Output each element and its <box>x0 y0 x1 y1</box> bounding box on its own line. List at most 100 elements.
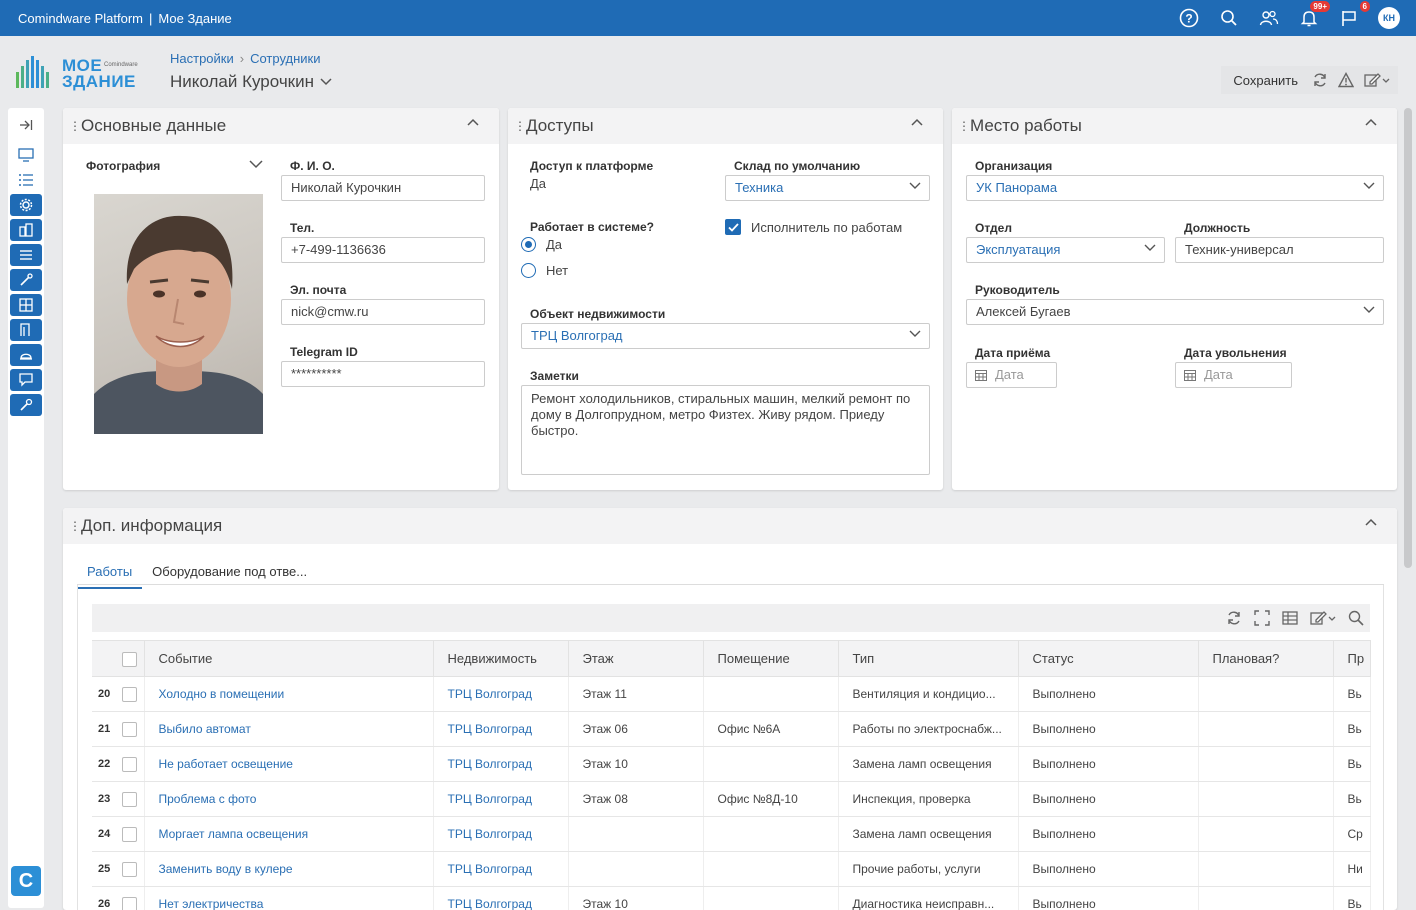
page-scrollbar[interactable] <box>1404 108 1412 568</box>
property-link[interactable]: ТРЦ Волгоград <box>433 851 569 887</box>
grid-search-icon[interactable] <box>1348 610 1364 626</box>
dept-label: Отдел <box>975 221 1012 235</box>
property-link[interactable]: ТРЦ Волгоград <box>433 711 569 747</box>
page-title[interactable]: Николай Курочкин <box>170 72 332 92</box>
grid-refresh-icon[interactable] <box>1226 610 1242 626</box>
column-header[interactable]: Помещение <box>703 640 839 677</box>
phone-field[interactable]: +7-499-1136636 <box>281 237 485 263</box>
column-header[interactable]: Статус <box>1018 640 1199 677</box>
org-select[interactable]: УК Панорама <box>966 175 1384 201</box>
users-icon[interactable] <box>1258 7 1280 29</box>
drag-handle-icon[interactable]: ⋮ <box>514 119 526 133</box>
status-cell: Выполнено <box>1018 781 1199 817</box>
dept-select[interactable]: Эксплуатация <box>966 237 1165 263</box>
sidebar-tools-icon[interactable] <box>10 269 42 291</box>
row-checkbox[interactable] <box>122 686 137 702</box>
search-icon[interactable] <box>1218 7 1240 29</box>
property-select[interactable]: ТРЦ Волгоград <box>521 323 930 349</box>
radio-no[interactable]: Нет <box>521 263 568 278</box>
event-link[interactable]: Выбило автомат <box>144 711 434 747</box>
table-row[interactable]: 25 Заменить воду в кулере ТРЦ Волгоград Про… <box>92 851 1371 887</box>
sidebar-expand-icon[interactable] <box>9 114 43 136</box>
breadcrumb-employees[interactable]: Сотрудники <box>250 51 320 66</box>
floor-cell <box>568 851 704 887</box>
sidebar-settings-icon[interactable] <box>10 194 42 216</box>
comindware-logo-button[interactable]: C <box>11 866 41 896</box>
grid-edit-menu-icon[interactable] <box>1310 610 1336 626</box>
fire-date-field[interactable]: Дата <box>1175 362 1292 388</box>
sidebar-buildings-icon[interactable] <box>10 219 42 241</box>
drag-handle-icon[interactable]: ⋮ <box>958 119 970 133</box>
row-number-text: 25 <box>98 862 111 875</box>
property-link[interactable]: ТРЦ Волгоград <box>433 676 569 712</box>
event-link[interactable]: Заменить воду в кулере <box>144 851 434 887</box>
edit-menu-icon[interactable] <box>1364 72 1390 88</box>
select-all-checkbox[interactable] <box>122 651 137 667</box>
column-header[interactable]: Этаж <box>568 640 704 677</box>
row-checkbox[interactable] <box>122 791 137 807</box>
warning-icon[interactable] <box>1338 72 1354 88</box>
table-row[interactable]: 23 Проблема с фото ТРЦ Волгоград Этаж 08 Офи… <box>92 781 1371 817</box>
collapse-chevron-icon[interactable] <box>1365 518 1377 526</box>
sidebar-chat-icon[interactable] <box>10 369 42 391</box>
column-header[interactable]: Плановая? <box>1198 640 1334 677</box>
telegram-field[interactable]: ********** <box>281 361 485 387</box>
help-icon[interactable]: ? <box>1178 7 1200 29</box>
user-avatar[interactable]: КН <box>1378 7 1400 29</box>
table-columns-icon[interactable] <box>1282 610 1298 626</box>
sidebar-tasks-icon[interactable] <box>9 169 43 191</box>
drag-handle-icon[interactable]: ⋮ <box>69 119 81 133</box>
row-checkbox[interactable] <box>122 896 137 910</box>
breadcrumb-settings[interactable]: Настройки <box>170 51 234 66</box>
table-row[interactable]: 24 Моргает лампа освещения ТРЦ Волгоград За… <box>92 816 1371 852</box>
table-row[interactable]: 21 Выбило автомат ТРЦ Волгоград Этаж 06 Офис… <box>92 711 1371 747</box>
radio-yes[interactable]: Да <box>521 237 562 252</box>
fio-field[interactable]: Николай Курочкин <box>281 175 485 201</box>
column-header[interactable]: Событие <box>144 640 434 677</box>
table-row[interactable]: 20 Холодно в помещении ТРЦ Волгоград Этаж 1… <box>92 676 1371 712</box>
property-link[interactable]: ТРЦ Волгоград <box>433 816 569 852</box>
property-link[interactable]: ТРЦ Волгоград <box>433 886 569 910</box>
save-button[interactable]: Сохранить <box>1229 73 1302 88</box>
sidebar-doors-icon[interactable] <box>10 319 42 341</box>
event-link[interactable]: Не работает освещение <box>144 746 434 782</box>
sidebar-monitor-icon[interactable] <box>9 144 43 166</box>
table-row[interactable]: 22 Не работает освещение ТРЦ Волгоград Этаж… <box>92 746 1371 782</box>
event-link[interactable]: Проблема с фото <box>144 781 434 817</box>
property-link[interactable]: ТРЦ Волгоград <box>433 781 569 817</box>
sidebar-list-icon[interactable] <box>10 244 42 266</box>
position-field[interactable]: Техник-универсал <box>1175 237 1384 263</box>
collapse-chevron-icon[interactable] <box>911 118 923 126</box>
refresh-icon[interactable] <box>1312 72 1328 88</box>
sidebar-helmet-icon[interactable] <box>10 344 42 366</box>
event-link[interactable]: Нет электричества <box>144 886 434 910</box>
executor-checkbox[interactable]: Исполнитель по работам <box>725 219 902 235</box>
event-link[interactable]: Моргает лампа освещения <box>144 816 434 852</box>
notes-textarea[interactable]: Ремонт холодильников, стиральных машин, … <box>521 385 930 475</box>
logo-bars-icon <box>16 56 49 88</box>
manager-select[interactable]: Алексей Бугаев <box>966 299 1384 325</box>
warehouse-select[interactable]: Техника <box>725 175 930 201</box>
notifications-bell-icon[interactable]: 99+ <box>1298 1 1330 29</box>
property-link[interactable]: ТРЦ Волгоград <box>433 746 569 782</box>
row-checkbox[interactable] <box>122 721 137 737</box>
row-checkbox[interactable] <box>122 861 137 877</box>
collapse-chevron-icon[interactable] <box>1365 118 1377 126</box>
table-row[interactable]: 26 Нет электричества ТРЦ Волгоград Этаж 10 Д… <box>92 886 1371 910</box>
row-checkbox[interactable] <box>122 756 137 772</box>
row-checkbox[interactable] <box>122 826 137 842</box>
column-header[interactable]: Недвижимость <box>433 640 569 677</box>
flag-icon[interactable]: 6 <box>1338 1 1370 29</box>
email-field[interactable]: nick@cmw.ru <box>281 299 485 325</box>
hire-date-field[interactable]: Дата <box>966 362 1057 388</box>
column-header[interactable]: Пр <box>1333 640 1371 677</box>
collapse-chevron-icon[interactable] <box>467 118 479 126</box>
sidebar-property-icon[interactable] <box>10 294 42 316</box>
event-link[interactable]: Холодно в помещении <box>144 676 434 712</box>
fullscreen-icon[interactable] <box>1254 610 1270 626</box>
type-cell: Замена ламп освещения <box>838 746 1019 782</box>
sidebar-wrench-icon[interactable] <box>10 394 42 416</box>
column-header[interactable]: Тип <box>838 640 1019 677</box>
photo-menu-chevron-icon[interactable] <box>249 160 263 169</box>
drag-handle-icon[interactable]: ⋮ <box>69 519 81 533</box>
